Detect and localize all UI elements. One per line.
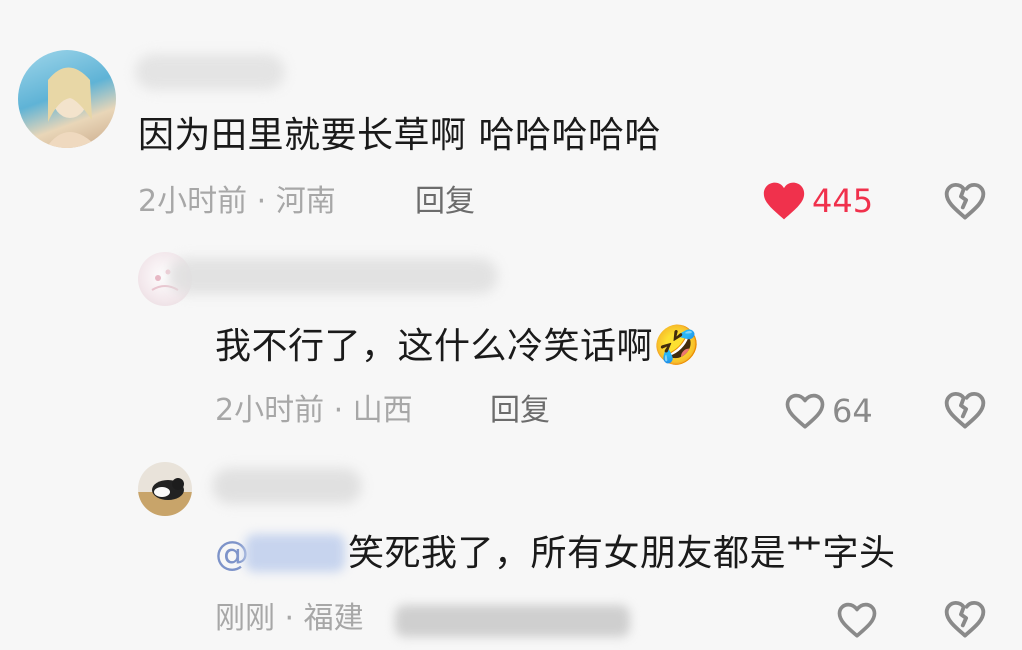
broken-heart-icon <box>944 391 986 429</box>
laughing-crying-emoji: 🤣 <box>653 323 701 367</box>
like-count: 445 <box>812 182 874 220</box>
comment-meta: 刚刚 · 福建 <box>215 601 364 636</box>
like-button[interactable]: 445 <box>762 178 873 224</box>
username[interactable] <box>212 468 362 504</box>
like-button[interactable]: 64 <box>784 388 873 434</box>
comment-meta: 2小时前 · 河南 <box>138 184 336 219</box>
mention-name-blurred <box>245 534 345 572</box>
comment-text: 因为田里就要长草啊 哈哈哈哈哈 <box>138 115 661 156</box>
like-count: 64 <box>832 392 873 430</box>
comment-text: 笑死我了，所有女朋友都是艹字头 <box>348 533 896 574</box>
avatar[interactable] <box>138 462 192 516</box>
username[interactable] <box>168 258 498 294</box>
reply-button[interactable]: 回复 <box>490 392 550 430</box>
heart-icon <box>762 180 806 222</box>
avatar[interactable] <box>18 50 116 148</box>
mention-link[interactable]: @ <box>215 532 249 576</box>
comment-meta: 2小时前 · 山西 <box>215 393 413 428</box>
broken-heart-icon <box>944 182 986 220</box>
like-button[interactable] <box>836 597 884 643</box>
meta-blurred <box>395 605 630 637</box>
reply-button[interactable]: 回复 <box>415 183 475 221</box>
broken-heart-icon <box>944 600 986 638</box>
comment-text: 我不行了，这什么冷笑话啊🤣 <box>215 323 701 367</box>
username[interactable] <box>135 54 285 90</box>
dislike-button[interactable] <box>943 598 987 642</box>
heart-icon <box>836 600 878 640</box>
heart-icon <box>784 391 826 431</box>
dislike-button[interactable] <box>943 180 987 224</box>
dislike-button[interactable] <box>943 389 987 433</box>
